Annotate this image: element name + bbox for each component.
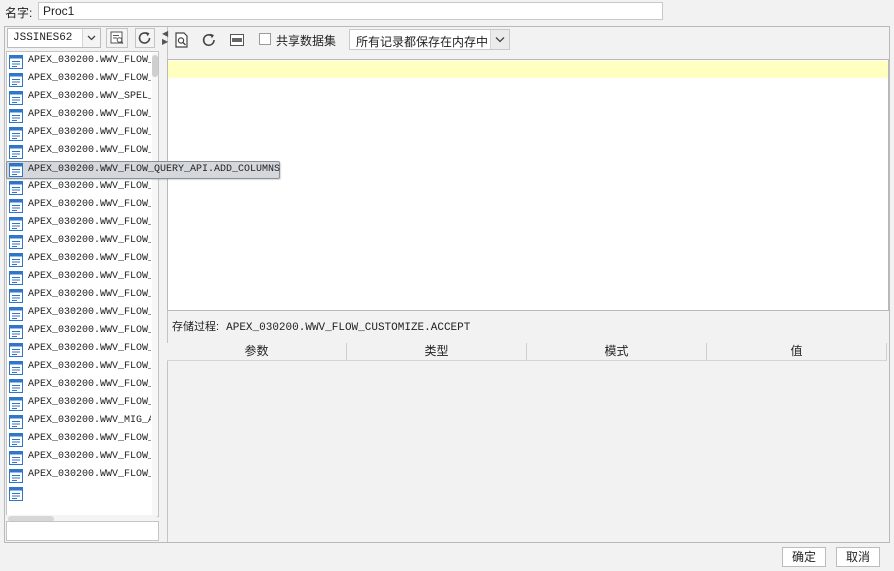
list-item[interactable]: APEX_030200.WWV_FLOW_	[7, 107, 158, 125]
procedure-search-input[interactable]	[6, 521, 159, 541]
parameter-table[interactable]: 参数 类型 模式 值	[167, 343, 887, 540]
sql-editor[interactable]	[167, 59, 889, 311]
list-item[interactable]: APEX_030200.WWV_SPEL_	[7, 89, 158, 107]
datasource-select[interactable]: JSSINES62	[7, 28, 101, 48]
list-item[interactable]: APEX_030200.WWV_FLOW_	[7, 251, 158, 269]
list-item[interactable]: APEX_030200.WWV_FLOW_	[7, 125, 158, 143]
chevron-down-icon	[82, 29, 100, 47]
list-item-label: APEX_030200.WWV_FLOW_	[28, 73, 151, 84]
procedure-browser: JSSINES62 APEX_030200.WWV_FLOW_ APEX_030…	[5, 27, 280, 542]
cache-mode-select[interactable]: 所有记录都保存在内存中	[349, 29, 510, 50]
list-item[interactable]: APEX_030200.WWV_FLOW_	[7, 233, 158, 251]
refresh-list-button[interactable]	[135, 28, 155, 48]
list-item-label: APEX_030200.WWV_FLOW_	[28, 361, 151, 372]
chevron-down-icon	[490, 30, 509, 49]
column-header-param[interactable]: 参数	[167, 343, 347, 360]
parameter-table-header: 参数 类型 模式 值	[167, 343, 887, 361]
cache-mode-value: 所有记录都保存在内存中	[356, 35, 489, 49]
list-item-label: APEX_030200.WWV_FLOW_	[28, 199, 151, 210]
list-item[interactable]: APEX_030200.WWV_FLOW_	[7, 449, 158, 467]
dialog-frame: JSSINES62 APEX_030200.WWV_FLOW_ APEX_030…	[4, 26, 890, 543]
list-item-label: APEX_030200.WWV_FLOW_	[28, 55, 151, 66]
preview-sql-button[interactable]	[106, 28, 128, 48]
list-item[interactable]: APEX_030200.WWV_FLOW_	[7, 143, 158, 161]
name-label: 名字:	[5, 6, 33, 20]
share-dataset-label: 共享数据集	[276, 34, 337, 48]
list-item[interactable]: APEX_030200.WWV_FLOW_	[7, 197, 158, 215]
name-input[interactable]	[38, 2, 663, 20]
list-item[interactable]: APEX_030200.WWV_FLOW_	[7, 179, 158, 197]
list-item-label: APEX_030200.WWV_FLOW_	[28, 145, 151, 156]
tooltip-text: APEX_030200.WWV_FLOW_QUERY_API.ADD_COLUM…	[28, 164, 281, 175]
list-item[interactable]: APEX_030200.WWV_FLOW_	[7, 431, 158, 449]
ok-button[interactable]: 确定	[782, 547, 826, 567]
list-item[interactable]: APEX_030200.WWV_FLOW_	[7, 71, 158, 89]
current-line-highlight	[168, 61, 888, 78]
list-item-label: APEX_030200.WWV_MIG_A	[28, 415, 151, 426]
list-item-label: APEX_030200.WWV_FLOW_	[28, 397, 151, 408]
list-item[interactable]: APEX_030200.WWV_FLOW_	[7, 53, 158, 71]
procedure-value: APEX_030200.WWV_FLOW_CUSTOMIZE.ACCEPT	[226, 322, 471, 334]
list-item-partial	[7, 485, 158, 505]
list-item[interactable]: APEX_030200.WWV_FLOW_	[7, 215, 158, 233]
sql-button[interactable]	[229, 32, 245, 51]
procedure-label: 存储过程:	[172, 321, 220, 333]
sql-icon	[229, 34, 245, 51]
procedure-editor-panel: 共享数据集 所有记录都保存在内存中 存储过程: APEX_030200.WWV_…	[167, 27, 889, 542]
column-header-type[interactable]: 类型	[347, 343, 527, 360]
list-item-label: APEX_030200.WWV_FLOW_	[28, 469, 151, 480]
list-item-label: APEX_030200.WWV_FLOW_	[28, 235, 151, 246]
list-item-label: APEX_030200.WWV_SPEL_	[28, 91, 151, 102]
list-item-label: APEX_030200.WWV_FLOW_	[28, 433, 151, 444]
preview-icon	[173, 32, 191, 52]
list-item-label: APEX_030200.WWV_FLOW_	[28, 109, 151, 120]
cancel-button[interactable]: 取消	[836, 547, 880, 567]
name-row: 名字:	[0, 0, 894, 24]
list-item-label: APEX_030200.WWV_FLOW_	[28, 325, 151, 336]
list-item[interactable]: APEX_030200.WWV_FLOW_	[7, 305, 158, 323]
procedure-icon	[9, 163, 24, 181]
list-item-label: APEX_030200.WWV_FLOW_	[28, 379, 151, 390]
list-item[interactable]: APEX_030200.WWV_FLOW_	[7, 467, 158, 485]
list-item-label: APEX_030200.WWV_FLOW_	[28, 181, 151, 192]
list-item-label: APEX_030200.WWV_FLOW_	[28, 307, 151, 318]
procedure-list[interactable]: APEX_030200.WWV_FLOW_ APEX_030200.WWV_FLO…	[6, 51, 159, 517]
column-header-value[interactable]: 值	[707, 343, 887, 360]
preview-button[interactable]	[173, 31, 191, 52]
procedure-icon	[9, 487, 24, 505]
table-preview-icon	[107, 31, 127, 50]
list-item-label: APEX_030200.WWV_FLOW_	[28, 343, 151, 354]
list-item[interactable]: APEX_030200.WWV_FLOW_	[7, 359, 158, 377]
refresh-icon	[136, 32, 154, 50]
refresh-button[interactable]	[200, 31, 218, 52]
share-dataset-checkbox[interactable]	[259, 33, 271, 45]
list-item-label: APEX_030200.WWV_FLOW_	[28, 217, 151, 228]
list-item-label: APEX_030200.WWV_FLOW_	[28, 289, 151, 300]
datasource-value: JSSINES62	[13, 32, 73, 44]
procedure-name-row: 存储过程: APEX_030200.WWV_FLOW_CUSTOMIZE.ACC…	[172, 318, 470, 334]
list-item-label: APEX_030200.WWV_FLOW_	[28, 127, 151, 138]
list-item[interactable]: APEX_030200.WWV_MIG_A	[7, 413, 158, 431]
list-item[interactable]: APEX_030200.WWV_FLOW_	[7, 395, 158, 413]
list-item-label: APEX_030200.WWV_FLOW_	[28, 271, 151, 282]
list-item[interactable]: APEX_030200.WWV_FLOW_	[7, 287, 158, 305]
list-item-label: APEX_030200.WWV_FLOW_	[28, 253, 151, 264]
column-header-mode[interactable]: 模式	[527, 343, 707, 360]
list-item-label: APEX_030200.WWV_FLOW_	[28, 451, 151, 462]
vertical-scrollbar[interactable]	[152, 53, 158, 516]
list-item[interactable]: APEX_030200.WWV_FLOW_	[7, 269, 158, 287]
editor-toolbar: 共享数据集 所有记录都保存在内存中	[167, 27, 889, 53]
full-name-tooltip: APEX_030200.WWV_FLOW_QUERY_API.ADD_COLUM…	[6, 161, 280, 179]
list-item[interactable]: APEX_030200.WWV_FLOW_	[7, 377, 158, 395]
list-item[interactable]: APEX_030200.WWV_FLOW_	[7, 323, 158, 341]
list-item[interactable]: APEX_030200.WWV_FLOW_	[7, 341, 158, 359]
refresh-icon	[200, 33, 218, 52]
